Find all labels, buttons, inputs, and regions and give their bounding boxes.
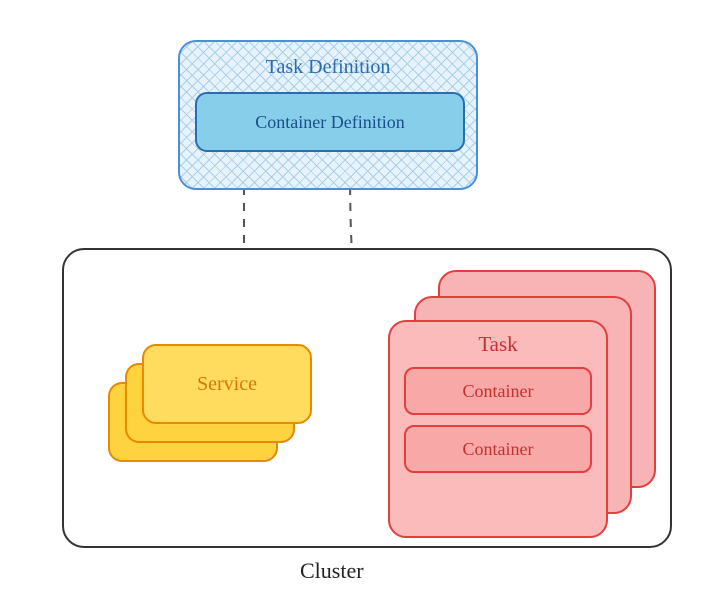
container-definition-label: Container Definition <box>255 112 404 133</box>
container-definition-box: Container Definition <box>195 92 465 152</box>
container-box-2: Container <box>404 425 592 473</box>
task-card-front: Task Container Container <box>388 320 608 538</box>
cluster-label: Cluster <box>300 558 364 584</box>
ecs-architecture-diagram: Task Definition Container Definition Clu… <box>0 0 728 610</box>
container-label-1: Container <box>463 381 534 402</box>
container-label-2: Container <box>463 439 534 460</box>
task-definition-title: Task Definition <box>180 56 476 79</box>
service-label: Service <box>197 373 257 396</box>
task-stack: Task Container Container <box>388 270 678 530</box>
task-definition-box: Task Definition Container Definition <box>178 40 478 190</box>
service-card-front: Service <box>142 344 312 424</box>
service-stack: Service <box>108 344 308 474</box>
task-title: Task <box>390 332 606 357</box>
container-box-1: Container <box>404 367 592 415</box>
